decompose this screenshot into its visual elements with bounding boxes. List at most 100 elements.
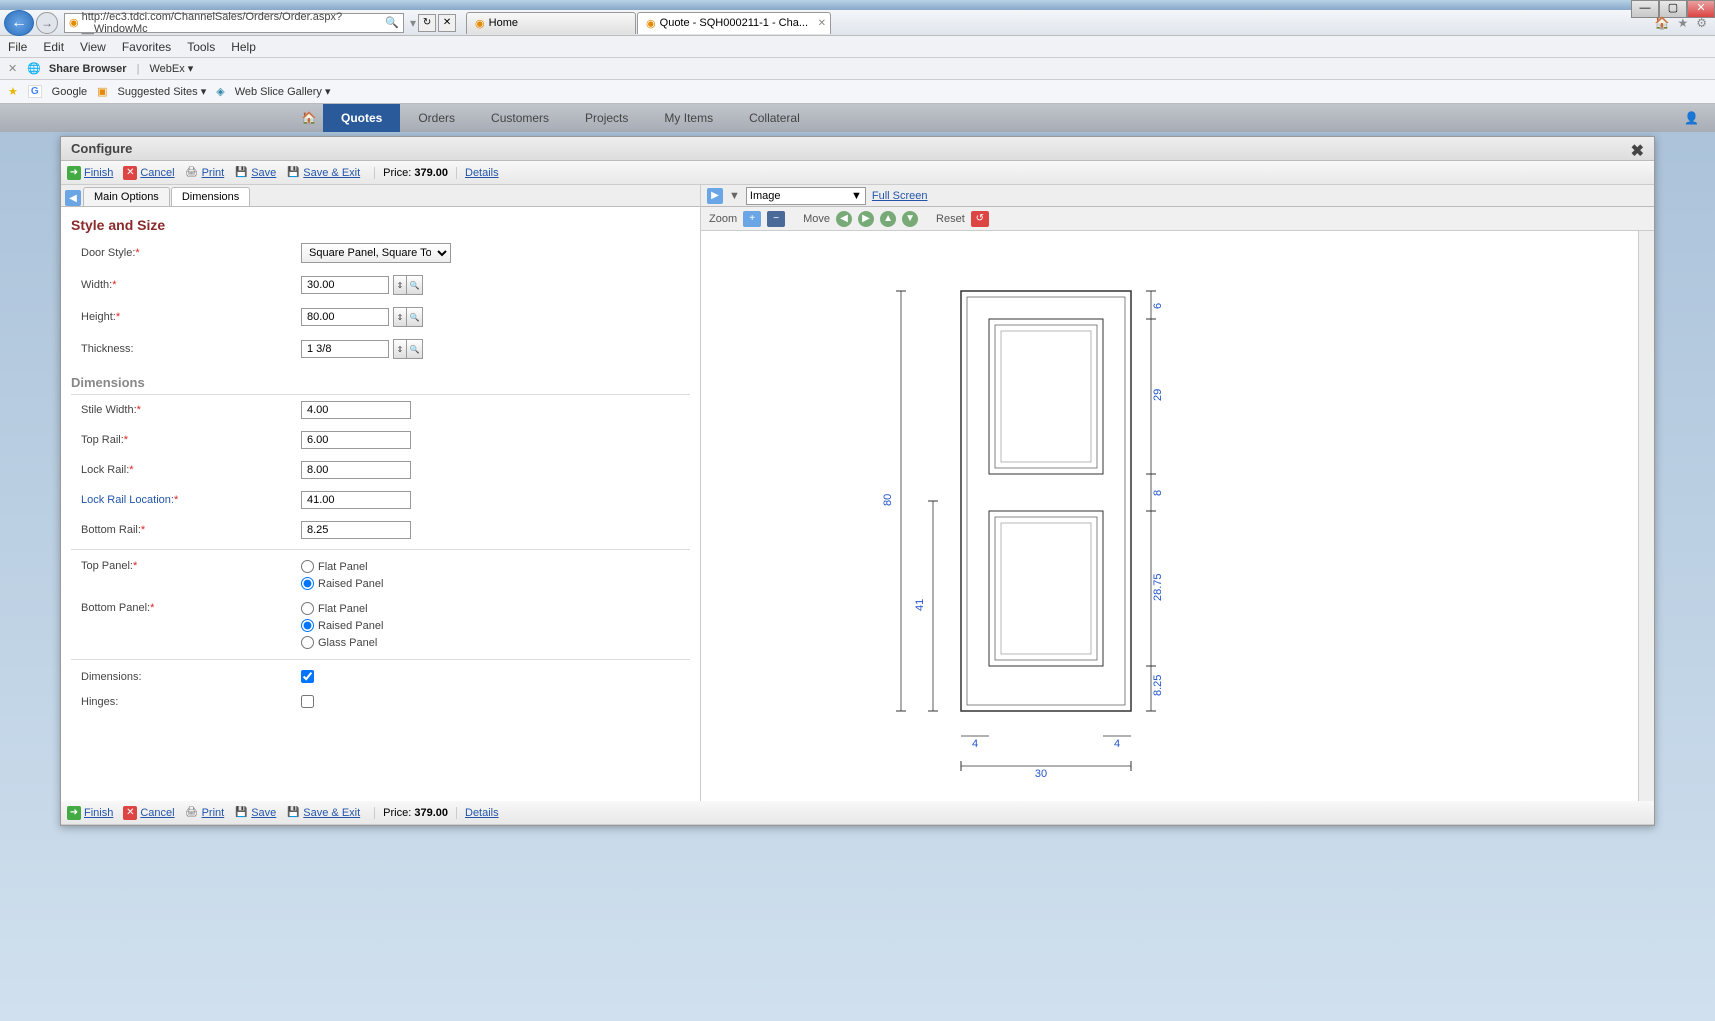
tab-dimensions[interactable]: Dimensions (171, 187, 250, 206)
nav-user-icon[interactable]: 👤 (1684, 111, 1699, 125)
tools-icon[interactable]: ⚙ (1696, 16, 1707, 30)
save-exit-button[interactable]: 💾Save & Exit (286, 166, 360, 180)
nav-customers[interactable]: Customers (473, 104, 567, 132)
search-icon[interactable]: 🔍 (406, 308, 422, 326)
details-link[interactable]: Details (465, 167, 499, 179)
move-left-button[interactable]: ◀ (836, 211, 852, 227)
bottom-rail-input[interactable] (301, 521, 411, 539)
search-icon[interactable]: 🔍 (406, 276, 422, 294)
menu-file[interactable]: File (8, 40, 27, 54)
reset-button[interactable]: ↺ (971, 211, 989, 227)
move-down-button[interactable]: ▼ (902, 211, 918, 227)
cancel-button-bottom[interactable]: ✕Cancel (123, 806, 174, 820)
svg-text:30: 30 (1035, 768, 1047, 780)
search-icon[interactable]: 🔍 (385, 16, 399, 29)
top-panel-raised-radio[interactable]: Raised Panel (301, 577, 383, 590)
dimensions-checkbox[interactable] (301, 670, 314, 683)
zoom-out-button[interactable]: − (767, 211, 785, 227)
home-icon[interactable]: 🏠 (1655, 16, 1670, 30)
nav-home-icon[interactable]: 🏠 (295, 111, 323, 125)
configure-close-icon[interactable]: ✖ (1631, 141, 1644, 161)
section-style-size: Style and Size (71, 213, 690, 237)
thickness-input[interactable] (301, 340, 389, 358)
fav-google[interactable]: Google (52, 86, 87, 98)
fullscreen-link[interactable]: Full Screen (872, 190, 928, 202)
bottom-panel-flat-radio[interactable]: Flat Panel (301, 602, 383, 615)
thickness-spinner[interactable]: ⇕🔍 (393, 339, 423, 359)
menu-edit[interactable]: Edit (43, 40, 64, 54)
browser-tab-quote[interactable]: ◉ Quote - SQH000211-1 - Cha... ✕ (637, 12, 831, 34)
tab-icon: ◉ (646, 17, 656, 30)
tab-back-icon[interactable]: ◀ (65, 190, 81, 206)
lock-rail-loc-input[interactable] (301, 491, 411, 509)
label-dimensions-cb: Dimensions: (71, 671, 301, 683)
back-button[interactable]: ← (4, 10, 34, 36)
share-toolbar: ✕ 🌐 Share Browser | WebEx ▾ (0, 58, 1715, 80)
fav-webslice[interactable]: Web Slice Gallery ▾ (235, 85, 331, 98)
height-input[interactable] (301, 308, 389, 326)
menu-favorites[interactable]: Favorites (122, 40, 171, 54)
save-exit-button-bottom[interactable]: 💾Save & Exit (286, 806, 360, 820)
print-icon: 🖨 (185, 806, 199, 820)
top-panel-flat-radio[interactable]: Flat Panel (301, 560, 383, 573)
refresh-button[interactable]: ↻ (418, 14, 436, 32)
label-lock-rail-location[interactable]: Lock Rail Location:* (71, 494, 301, 506)
door-style-select[interactable]: Square Panel, Square Top (301, 243, 451, 263)
browser-tab-home[interactable]: ◉ Home (466, 12, 636, 34)
favorites-icon[interactable]: ★ (1677, 16, 1688, 30)
print-button-bottom[interactable]: 🖨Print (185, 806, 225, 820)
hinges-checkbox[interactable] (301, 695, 314, 708)
save-icon: 💾 (234, 166, 248, 180)
menu-help[interactable]: Help (231, 40, 256, 54)
vertical-scrollbar[interactable] (1638, 231, 1654, 801)
width-spinner[interactable]: ⇕🔍 (393, 275, 423, 295)
nav-quotes[interactable]: Quotes (323, 104, 400, 132)
width-input[interactable] (301, 276, 389, 294)
tab-icon: ◉ (475, 17, 485, 30)
toolbar-close-icon[interactable]: ✕ (8, 62, 17, 75)
details-link-bottom[interactable]: Details (465, 807, 499, 819)
nav-projects[interactable]: Projects (567, 104, 646, 132)
nav-myitems[interactable]: My Items (646, 104, 731, 132)
add-favorite-icon[interactable]: ★ (8, 85, 18, 98)
nav-orders[interactable]: Orders (400, 104, 473, 132)
dropdown-icon[interactable]: ▼ (729, 190, 740, 202)
svg-text:6: 6 (1152, 303, 1164, 309)
search-icon[interactable]: 🔍 (406, 340, 422, 358)
menu-view[interactable]: View (80, 40, 106, 54)
lock-rail-input[interactable] (301, 461, 411, 479)
save-button-bottom[interactable]: 💾Save (234, 806, 276, 820)
bottom-panel-glass-radio[interactable]: Glass Panel (301, 636, 383, 649)
preview-forward-icon[interactable]: ▶ (707, 188, 723, 204)
print-button[interactable]: 🖨Print (185, 166, 225, 180)
configure-panel: Configure ✖ ➜Finish ✕Cancel 🖨Print 💾Save… (60, 136, 1655, 826)
cancel-button[interactable]: ✕Cancel (123, 166, 174, 180)
tab-main-options[interactable]: Main Options (83, 187, 170, 206)
bottom-panel-raised-radio[interactable]: Raised Panel (301, 619, 383, 632)
finish-button-bottom[interactable]: ➜Finish (67, 806, 113, 820)
menu-tools[interactable]: Tools (187, 40, 215, 54)
share-browser-button[interactable]: Share Browser (49, 63, 127, 75)
address-bar[interactable]: ◉ http://ec3.tdci.com/ChannelSales/Order… (64, 13, 404, 33)
webex-dropdown[interactable]: WebEx ▾ (149, 62, 193, 75)
label-top-panel: Top Panel:* (71, 560, 301, 572)
label-door-style: Door Style:* (71, 247, 301, 259)
top-rail-input[interactable] (301, 431, 411, 449)
tab-close-icon[interactable]: ✕ (818, 18, 826, 29)
stile-width-input[interactable] (301, 401, 411, 419)
save-button[interactable]: 💾Save (234, 166, 276, 180)
move-label: Move (803, 213, 830, 225)
view-mode-dropdown[interactable]: Image▼ (746, 187, 866, 205)
move-up-button[interactable]: ▲ (880, 211, 896, 227)
label-width: Width:* (71, 279, 301, 291)
move-right-button[interactable]: ▶ (858, 211, 874, 227)
nav-collateral[interactable]: Collateral (731, 104, 818, 132)
height-spinner[interactable]: ⇕🔍 (393, 307, 423, 327)
stop-button[interactable]: ✕ (438, 14, 456, 32)
forward-button[interactable]: → (36, 12, 58, 34)
reset-label: Reset (936, 213, 965, 225)
zoom-in-button[interactable]: + (743, 211, 761, 227)
fav-suggested[interactable]: Suggested Sites ▾ (118, 85, 207, 98)
finish-button[interactable]: ➜Finish (67, 166, 113, 180)
favorites-bar: ★ G Google ▣ Suggested Sites ▾ ◈ Web Sli… (0, 80, 1715, 104)
